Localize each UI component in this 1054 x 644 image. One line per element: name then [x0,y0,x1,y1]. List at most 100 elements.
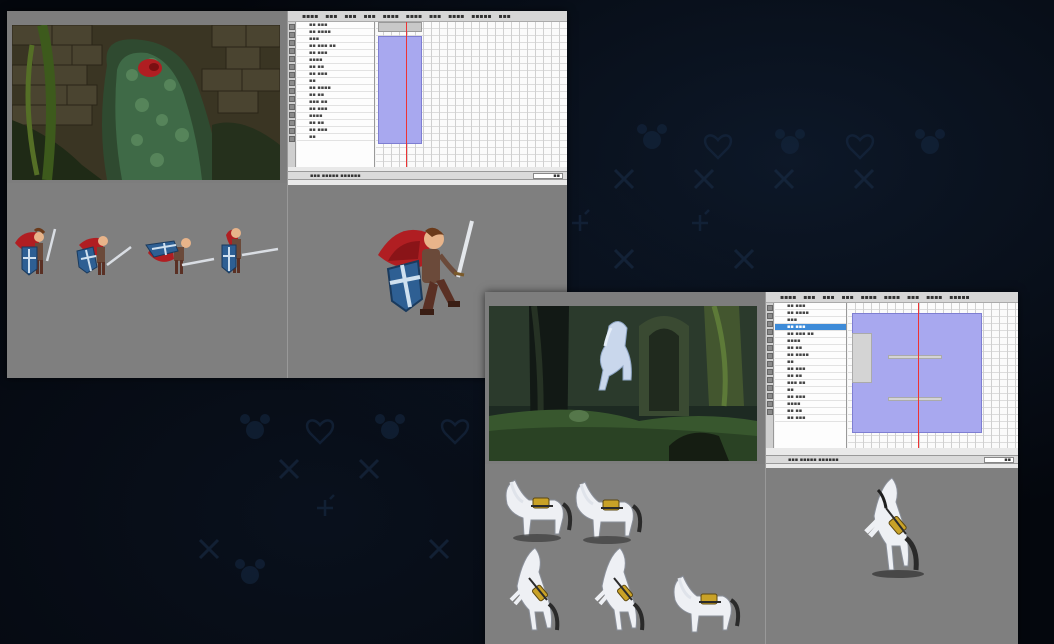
lasso-tool-icon[interactable] [289,48,295,54]
selection-tool-icon[interactable] [767,305,773,311]
layer-row[interactable]: ▪▪ ▪▪▪ [775,415,846,422]
layer-row-selected[interactable]: ▪▪ ▪▪▪ [775,324,846,331]
scene-label[interactable]: ▪▪▪ ▪▪▪▪▪ ▪▪▪▪▪▪ [788,457,839,463]
layer-row[interactable]: ▪▪ [297,78,374,85]
bucket-tool-icon[interactable] [289,104,295,110]
layer-row[interactable]: ▪▪ ▪▪▪▪ [775,310,846,317]
line-tool-icon[interactable] [767,321,773,327]
layer-row[interactable]: ▪▪▪ [297,36,374,43]
frame-span[interactable] [378,36,422,144]
frame-grid[interactable] [376,22,567,167]
menu-item[interactable]: ▪▪▪ [429,13,441,20]
brush-tool-icon[interactable] [767,377,773,383]
menu-item[interactable]: ▪▪▪ [344,13,356,20]
layer-row[interactable]: ▪▪▪▪ [775,338,846,345]
oval-tool-icon[interactable] [767,353,773,359]
menu-item[interactable]: ▪▪▪▪ [884,294,900,301]
oval-tool-icon[interactable] [289,72,295,78]
layer-row[interactable]: ▪▪ ▪▪▪ [297,22,374,29]
layer-row[interactable]: ▪▪ [775,359,846,366]
menu-item[interactable]: ▪▪▪ [907,294,919,301]
frame-span[interactable] [888,397,942,401]
zoom-tool-icon[interactable] [767,409,773,415]
layer-row[interactable]: ▪▪ [297,134,374,141]
forest-scene-art [489,306,757,461]
playhead[interactable] [918,303,919,448]
eraser-tool-icon[interactable] [767,393,773,399]
frame-span[interactable] [378,22,422,32]
menu-item[interactable]: ▪▪▪ [822,294,834,301]
layer-row[interactable]: ▪▪ ▪▪ [775,408,846,415]
layer-row[interactable]: ▪▪ ▪▪ [775,373,846,380]
menu-item[interactable]: ▪▪▪ [363,13,375,20]
menu-item[interactable]: ▪▪▪ [803,294,815,301]
stage-toolbar: ▪▪▪ ▪▪▪▪▪ ▪▪▪▪▪▪ ▪▪ [288,171,567,180]
text-tool-icon[interactable] [289,64,295,70]
zoom-field[interactable]: ▪▪ [984,457,1014,463]
bucket-tool-icon[interactable] [767,385,773,391]
menu-item[interactable]: ▪▪▪ [841,294,853,301]
castle-scene-image [12,25,280,180]
hand-tool-icon[interactable] [767,401,773,407]
layer-row[interactable]: ▪▪ ▪▪ [775,345,846,352]
layer-row[interactable]: ▪▪ ▪▪▪ [297,106,374,113]
subselect-tool-icon[interactable] [289,32,295,38]
text-tool-icon[interactable] [767,345,773,351]
pen-tool-icon[interactable] [767,337,773,343]
lasso-tool-icon[interactable] [767,329,773,335]
brush-tool-icon[interactable] [289,96,295,102]
layer-row[interactable]: ▪▪ ▪▪ [297,120,374,127]
menu-item[interactable]: ▪▪▪ [499,13,511,20]
playhead[interactable] [406,22,407,167]
pencil-tool-icon[interactable] [289,88,295,94]
menu-item[interactable]: ▪▪▪▪▪ [471,13,491,20]
layer-row[interactable]: ▪▪ ▪▪▪▪ [297,85,374,92]
frame-span[interactable] [888,355,942,359]
rect-tool-icon[interactable] [289,80,295,86]
pen-tool-icon[interactable] [289,56,295,62]
horse-pose-4 [594,546,645,632]
layer-row[interactable]: ▪▪ ▪▪▪ ▪▪ [775,331,846,338]
x-cross-icon [613,168,635,190]
layer-row[interactable]: ▪▪▪▪ [297,113,374,120]
layer-row[interactable]: ▪▪▪▪ [775,401,846,408]
layer-row[interactable]: ▪▪ ▪▪▪▪ [297,29,374,36]
frame-span[interactable] [852,333,872,383]
pencil-tool-icon[interactable] [767,369,773,375]
layer-row[interactable]: ▪▪ [775,387,846,394]
layer-row[interactable]: ▪▪ ▪▪▪ [297,127,374,134]
menu-item[interactable]: ▪▪▪▪ [383,13,399,20]
subselect-tool-icon[interactable] [767,313,773,319]
layer-row[interactable]: ▪▪ ▪▪ [297,64,374,71]
zoom-field[interactable]: ▪▪ [533,173,563,179]
layer-row[interactable]: ▪▪ ▪▪▪ [775,303,846,310]
layer-row[interactable]: ▪▪▪▪ [297,57,374,64]
menu-item[interactable]: ▪▪▪▪ [861,294,877,301]
eyedropper-tool-icon[interactable] [289,112,295,118]
menu-item[interactable]: ▪▪▪▪ [926,294,942,301]
layer-row[interactable]: ▪▪ ▪▪▪ [775,394,846,401]
layer-row[interactable]: ▪▪ ▪▪▪▪ [775,352,846,359]
menu-item[interactable]: ▪▪▪▪ [302,13,318,20]
menu-item[interactable]: ▪▪▪▪ [406,13,422,20]
selection-tool-icon[interactable] [289,24,295,30]
layer-row[interactable]: ▪▪▪ ▪▪ [297,99,374,106]
menu-item[interactable]: ▪▪▪ [325,13,337,20]
layer-row[interactable]: ▪▪ ▪▪▪ ▪▪ [297,43,374,50]
rect-tool-icon[interactable] [767,361,773,367]
menu-item[interactable]: ▪▪▪▪▪ [949,294,969,301]
layer-row[interactable]: ▪▪ ▪▪▪ [297,50,374,57]
line-tool-icon[interactable] [289,40,295,46]
menu-item[interactable]: ▪▪▪▪ [780,294,796,301]
eraser-tool-icon[interactable] [289,120,295,126]
layer-row[interactable]: ▪▪ ▪▪▪ [775,366,846,373]
menu-item[interactable]: ▪▪▪▪ [448,13,464,20]
hand-tool-icon[interactable] [289,128,295,134]
scene-label[interactable]: ▪▪▪ ▪▪▪▪▪ ▪▪▪▪▪▪ [310,173,361,179]
layer-row[interactable]: ▪▪▪ [775,317,846,324]
zoom-tool-icon[interactable] [289,136,295,142]
layer-row[interactable]: ▪▪ ▪▪▪ [297,71,374,78]
layer-row[interactable]: ▪▪▪ ▪▪ [775,380,846,387]
layer-row[interactable]: ▪▪ ▪▪ [297,92,374,99]
frame-grid[interactable] [848,303,1018,448]
